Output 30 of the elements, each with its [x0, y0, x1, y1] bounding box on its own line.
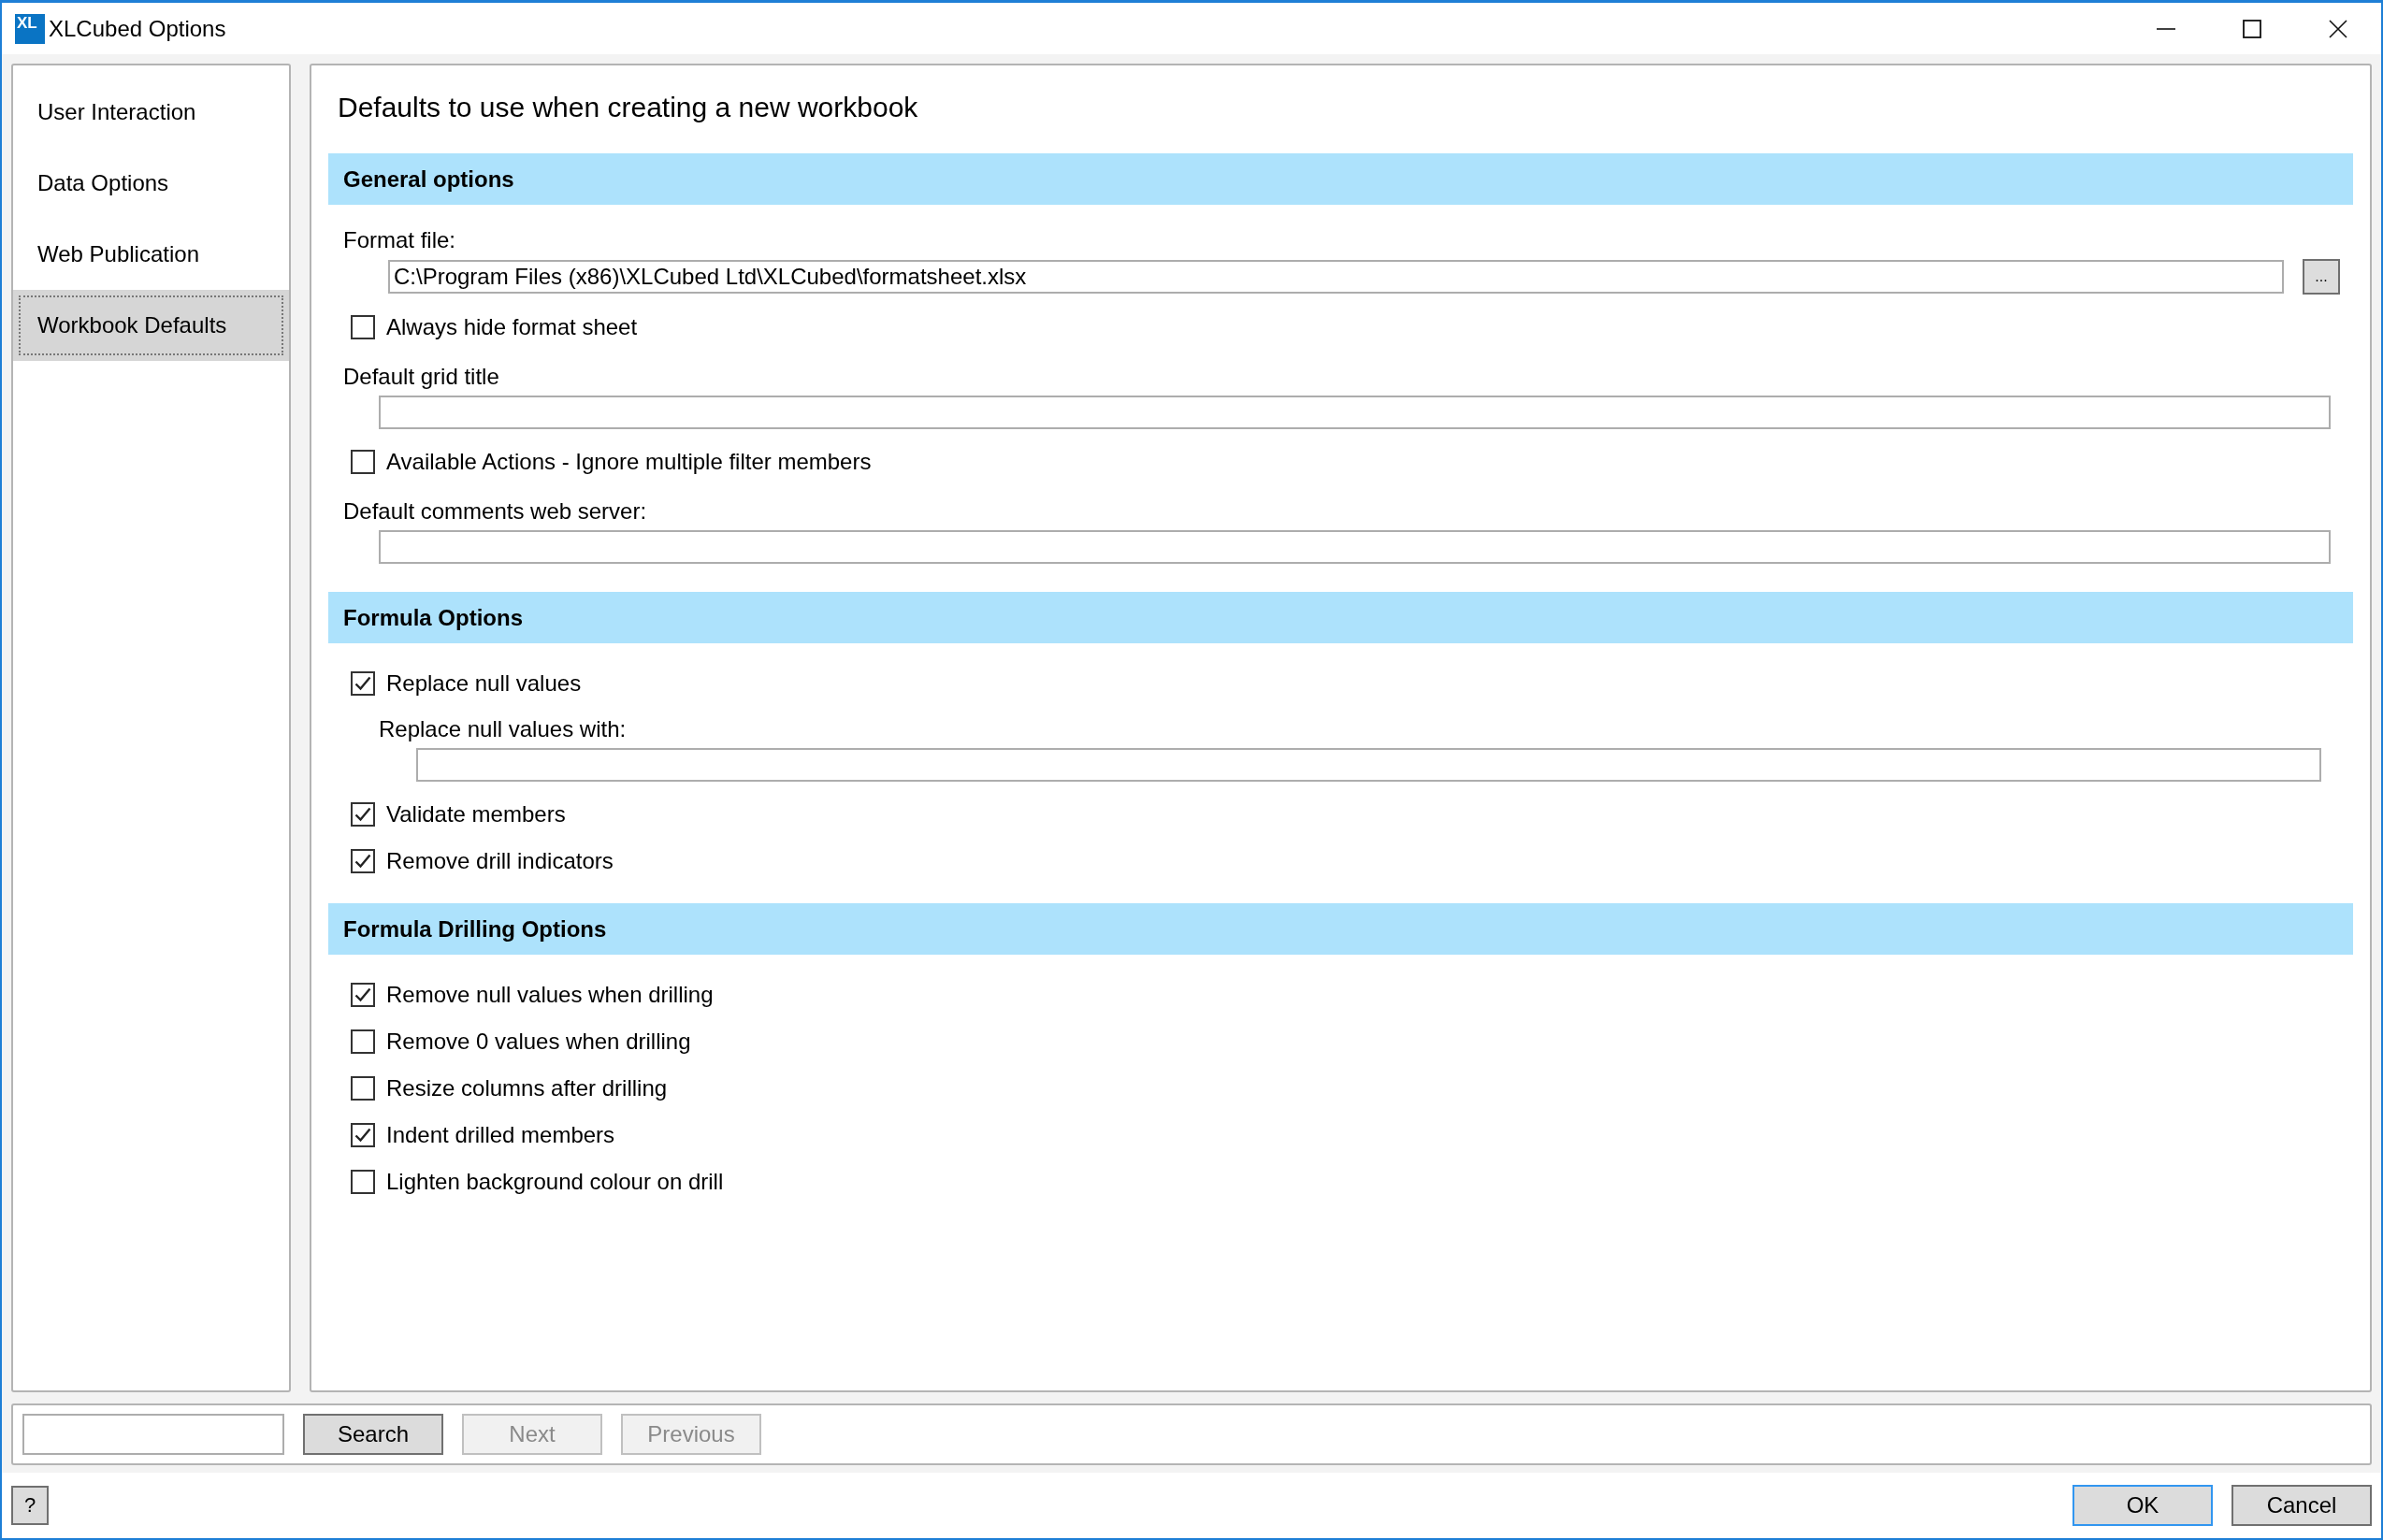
- checkbox-label: Available Actions - Ignore multiple filter members: [386, 449, 872, 475]
- checkbox-label: Validate members: [386, 801, 566, 828]
- file-path-field[interactable]: C:\Program Files (x86)\XLCubed Ltd\XLCubed\formatsheet.xlsx: [388, 260, 2284, 294]
- window-title: XLCubed Options: [49, 15, 227, 42]
- field-label: Default grid title: [343, 364, 500, 390]
- field-label: Default comments web server:: [343, 498, 648, 525]
- section-header: Formula Drilling Options: [328, 903, 2353, 955]
- checkbox-label: Replace null values: [386, 670, 582, 697]
- dialog-button[interactable]: OK: [2072, 1485, 2213, 1526]
- section-header: General options: [328, 153, 2353, 205]
- checkbox-label: Resize columns after drilling: [386, 1075, 668, 1101]
- dialog-button[interactable]: Cancel: [2231, 1485, 2372, 1526]
- app-logo-icon: XL: [15, 13, 45, 44]
- checkbox-label: Remove null values when drilling: [386, 982, 714, 1008]
- page-heading: Defaults to use when creating a new workbook: [338, 92, 919, 124]
- search-button[interactable]: Search: [303, 1414, 443, 1455]
- sidebar-item[interactable]: Web Publication: [13, 219, 289, 290]
- browse-button[interactable]: ...: [2303, 259, 2340, 295]
- sidebar-item[interactable]: Data Options: [13, 148, 289, 219]
- checkbox-label: Remove drill indicators: [386, 848, 614, 874]
- checkbox-label: Remove 0 values when drilling: [386, 1029, 691, 1055]
- checkbox-label: Indent drilled members: [386, 1122, 615, 1148]
- sidebar-item[interactable]: User Interaction: [13, 77, 289, 148]
- checkbox-label: Always hide format sheet: [386, 314, 638, 340]
- checkbox-label: Lighten background colour on drill: [386, 1169, 724, 1195]
- field-label: Replace null values with:: [379, 716, 628, 742]
- help-button[interactable]: ?: [11, 1486, 49, 1525]
- section-header: Formula Options: [328, 592, 2353, 643]
- field-label: Format file:: [343, 227, 457, 253]
- sidebar-item[interactable]: Workbook Defaults: [13, 290, 289, 361]
